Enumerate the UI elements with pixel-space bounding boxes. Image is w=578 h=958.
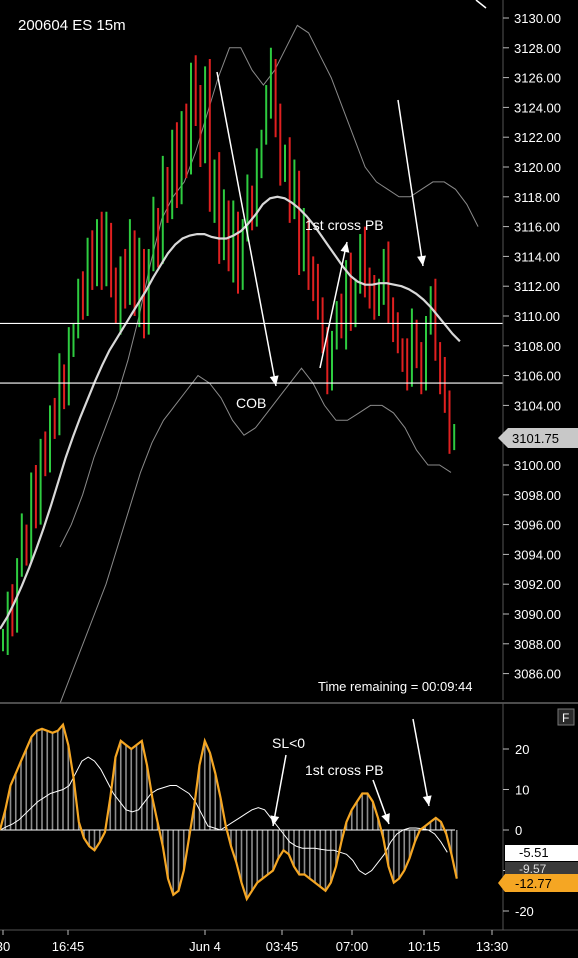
price-tick-label: 3108.00 <box>514 339 561 354</box>
price-tick-label: 3090.00 <box>514 607 561 622</box>
price-tick-label: 3104.00 <box>514 398 561 413</box>
time-tick-label: 10:15 <box>408 939 441 954</box>
cob-label: COB <box>236 395 266 411</box>
sl-label: SL<0 <box>272 735 305 751</box>
format-button[interactable]: F <box>557 708 575 726</box>
format-button-label[interactable]: F <box>562 711 569 725</box>
price-tick-label: 3112.00 <box>514 279 560 294</box>
time-tick-label: 07:00 <box>336 939 369 954</box>
indicator-value-label-1: -5.51 <box>519 845 549 860</box>
price-tick-label: 3110.00 <box>514 309 560 324</box>
time-remaining: Time remaining = 00:09:44 <box>318 679 473 694</box>
price-tick-label: 3124.00 <box>514 100 561 115</box>
price-tick-label: 3088.00 <box>514 637 561 652</box>
indicator-tick-label: -20 <box>515 904 534 919</box>
chart-svg: COB 1st cross PB 3130.00 3128.00 3126.00 312… <box>0 0 578 958</box>
time-tick-label: 13:30 <box>476 939 509 954</box>
price-tick-label: 3120.00 <box>514 160 561 175</box>
price-tick-label: 3100.00 <box>514 458 561 473</box>
indicator-tick-label: 10 <box>515 783 529 798</box>
indicator-tick-label: 20 <box>515 742 529 757</box>
indicator-tick-label: 0 <box>515 823 522 838</box>
price-tick-label: 3118.00 <box>514 190 560 205</box>
time-tick-label: 30 <box>0 939 10 954</box>
price-tick-label: 3130.00 <box>514 11 561 26</box>
chart-title: 200604 ES 15m <box>18 17 126 34</box>
indicator-value-label-3: -12.77 <box>515 876 552 891</box>
cross-pb-label: 1st cross PB <box>305 217 384 233</box>
indicator-cross-label: 1st cross PB <box>305 762 384 778</box>
time-tick-label: Jun 4 <box>189 939 221 954</box>
current-price-label: 3101.75 <box>512 431 559 446</box>
indicator-value-labels: -5.51 -9.57 -12.77 <box>498 845 578 892</box>
price-tick-label: 3116.00 <box>514 220 560 235</box>
current-price-flag: 3101.75 <box>498 428 578 448</box>
price-tick-label: 3126.00 <box>514 71 561 86</box>
price-tick-label: 3092.00 <box>514 577 561 592</box>
price-tick-label: 3086.00 <box>514 667 561 682</box>
price-tick-label: 3096.00 <box>514 518 561 533</box>
time-tick-label: 03:45 <box>266 939 299 954</box>
indicator-value-label-2: -9.57 <box>519 862 547 876</box>
price-tick-label: 3114.00 <box>514 249 560 264</box>
price-tick-label: 3128.00 <box>514 41 561 56</box>
price-tick-label: 3122.00 <box>514 130 561 145</box>
price-tick-label: 3098.00 <box>514 488 561 503</box>
price-tick-label: 3094.00 <box>514 547 561 562</box>
time-tick-label: 16:45 <box>52 939 85 954</box>
price-tick-label: 3106.00 <box>514 369 561 384</box>
